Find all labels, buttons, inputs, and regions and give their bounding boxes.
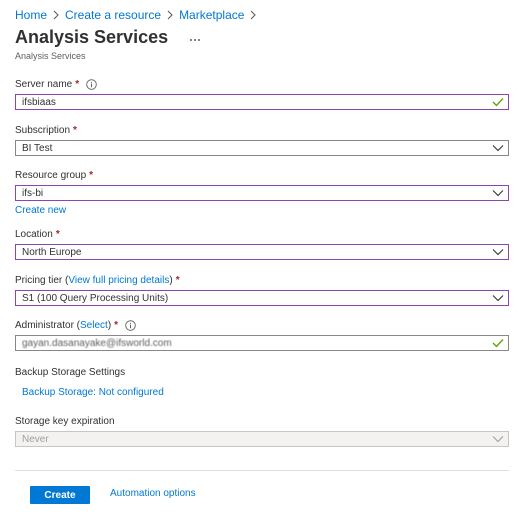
breadcrumb: Home Create a resource Marketplace	[15, 7, 262, 23]
administrator-label: Administrator ( Select ) *	[15, 320, 136, 331]
required-mark: *	[114, 320, 119, 331]
server-name-value: ifsbiaas	[22, 96, 56, 108]
pricing-tier-label-suffix: )	[169, 275, 173, 286]
chevron-right-icon	[244, 7, 262, 23]
view-pricing-link[interactable]: View full pricing details	[68, 275, 169, 286]
location-dropdown[interactable]: North Europe	[15, 244, 509, 260]
subscription-label-text: Subscription	[15, 125, 71, 136]
chevron-right-icon	[47, 7, 65, 23]
backup-storage-link[interactable]: Backup Storage: Not configured	[22, 387, 164, 398]
administrator-label-suffix: )	[107, 320, 112, 331]
location-value: North Europe	[22, 246, 82, 258]
info-icon[interactable]	[125, 320, 136, 331]
subscription-label: Subscription *	[15, 125, 77, 136]
subscription-value: BI Test	[22, 142, 53, 154]
chevron-right-icon	[161, 7, 179, 23]
page-title: Analysis Services	[15, 27, 169, 47]
pricing-tier-label-prefix: Pricing tier (	[15, 275, 69, 286]
resource-group-label: Resource group *	[15, 170, 93, 181]
more-icon[interactable]	[187, 32, 203, 48]
resource-group-label-text: Resource group	[15, 170, 87, 181]
create-button[interactable]: Create	[30, 486, 90, 504]
server-name-label: Server name *	[15, 79, 97, 90]
storage-key-expiration-label: Storage key expiration	[15, 416, 115, 427]
server-name-input[interactable]: ifsbiaas	[15, 94, 509, 110]
info-icon[interactable]	[86, 79, 97, 90]
chevron-down-icon	[491, 432, 505, 446]
resource-group-dropdown[interactable]: ifs-bi	[15, 185, 509, 201]
location-label: Location *	[15, 229, 60, 240]
chevron-down-icon	[491, 186, 505, 200]
server-name-label-text: Server name	[15, 79, 73, 90]
required-mark: *	[89, 170, 94, 181]
chevron-down-icon	[491, 291, 505, 305]
create-new-link[interactable]: Create new	[15, 205, 66, 216]
pricing-tier-label: Pricing tier ( View full pricing details…	[15, 275, 180, 286]
backup-storage-section-label: Backup Storage Settings	[15, 367, 126, 378]
location-label-text: Location	[15, 229, 53, 240]
storage-key-expiration-value: Never	[22, 433, 49, 445]
checkmark-icon	[491, 95, 505, 109]
subscription-dropdown[interactable]: BI Test	[15, 140, 509, 156]
required-mark: *	[75, 79, 80, 90]
chevron-down-icon	[491, 141, 505, 155]
page-subtitle: Analysis Services	[15, 51, 86, 61]
required-mark: *	[73, 125, 77, 136]
automation-options-link[interactable]: Automation options	[110, 488, 196, 499]
resource-group-value: ifs-bi	[22, 187, 44, 199]
storage-key-expiration-dropdown: Never	[15, 431, 509, 447]
administrator-label-prefix: Administrator (	[15, 320, 81, 331]
administrator-input[interactable]: gayan.dasanayake@ifsworld.com	[15, 335, 509, 351]
breadcrumb-marketplace[interactable]: Marketplace	[179, 8, 244, 22]
create-analysis-services-page: Home Create a resource Marketplace Analy…	[0, 0, 522, 514]
select-administrator-link[interactable]: Select	[80, 320, 108, 331]
pricing-tier-value: S1 (100 Query Processing Units)	[22, 292, 169, 304]
checkmark-icon	[491, 336, 505, 350]
breadcrumb-create-a-resource[interactable]: Create a resource	[65, 8, 161, 22]
title-row: Analysis Services	[15, 27, 203, 48]
administrator-value: gayan.dasanayake@ifsworld.com	[22, 337, 172, 349]
pricing-tier-dropdown[interactable]: S1 (100 Query Processing Units)	[15, 290, 509, 306]
chevron-down-icon	[491, 245, 505, 259]
required-mark: *	[55, 229, 60, 240]
required-mark: *	[175, 275, 180, 286]
breadcrumb-home[interactable]: Home	[15, 8, 47, 22]
footer-divider	[15, 470, 509, 471]
